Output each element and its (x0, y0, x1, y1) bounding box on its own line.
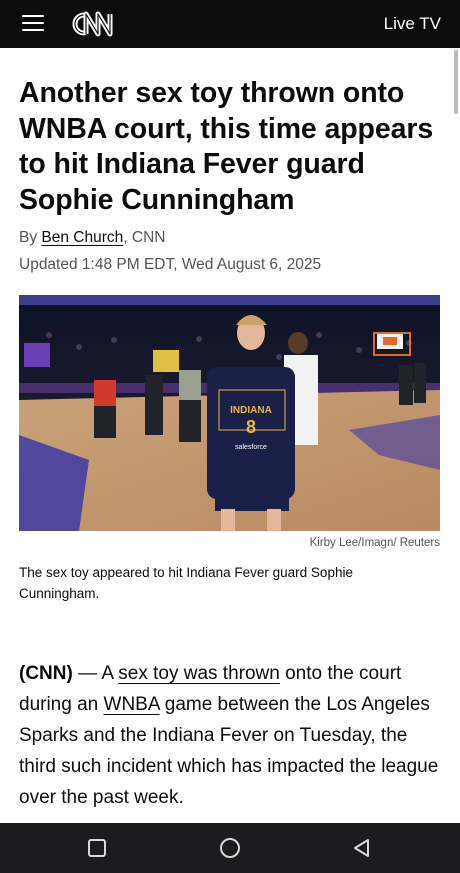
jersey-number-text: 8 (246, 417, 256, 437)
article-photo[interactable]: INDIANA 8 salesforce (19, 295, 440, 531)
scrollbar-thumb[interactable] (454, 50, 458, 114)
circle-home-icon[interactable] (219, 837, 241, 859)
updated-timestamp: Updated 1:48 PM EDT, Wed August 6, 2025 (19, 256, 322, 273)
jersey-team-text: INDIANA (230, 405, 272, 416)
jersey-sponsor-text: salesforce (235, 444, 267, 451)
photo-scene: INDIANA 8 salesforce (19, 295, 440, 531)
live-tv-link[interactable]: Live TV (384, 14, 441, 34)
byline-suffix: , CNN (123, 229, 166, 246)
article-headline: Another sex toy thrown onto WNBA court, … (19, 77, 434, 216)
photo-credit: Kirby Lee/Imagn/ Reuters (309, 537, 440, 549)
body-dash: — A (72, 663, 119, 684)
dateline: (CNN) (19, 663, 73, 684)
photo-caption: The sex toy appeared to hit Indiana Feve… (19, 565, 353, 601)
hamburger-menu-icon[interactable] (22, 13, 44, 33)
byline: By Ben Church, CNN (19, 229, 165, 247)
wnba-link[interactable]: WNBA (104, 694, 160, 715)
article-page: Live TV Another sex toy thrown onto WNBA… (0, 0, 460, 873)
author-link[interactable]: Ben Church (41, 229, 123, 246)
android-nav-bar (0, 823, 460, 873)
sex-toy-link[interactable]: sex toy was thrown (118, 663, 280, 684)
byline-prefix: By (19, 229, 42, 246)
square-recents-icon[interactable] (86, 837, 108, 859)
cnn-logo[interactable] (64, 8, 122, 40)
article-body-paragraph: (CNN) — A sex toy was thrown onto the co… (19, 658, 439, 813)
top-header-bar: Live TV (0, 0, 460, 48)
triangle-back-icon[interactable] (351, 837, 373, 859)
